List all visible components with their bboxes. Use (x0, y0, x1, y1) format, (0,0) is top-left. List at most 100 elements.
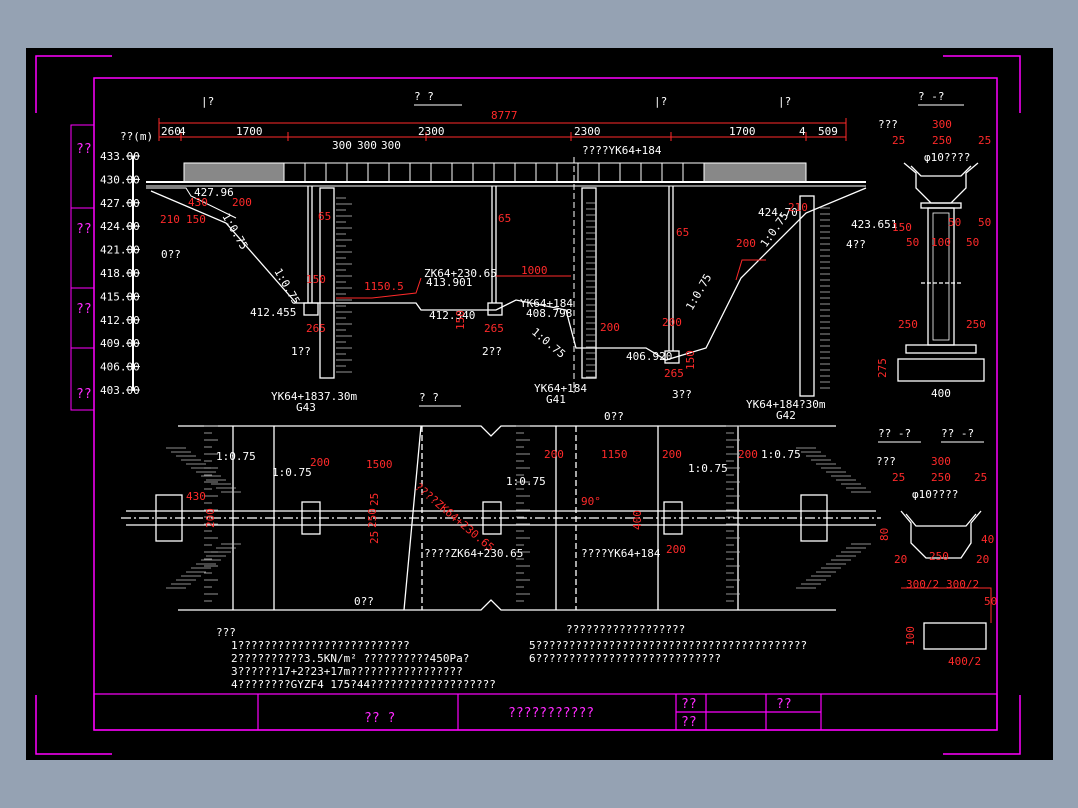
top-dim-2: 4 (179, 125, 186, 138)
plan-dim-7: 430 (186, 490, 206, 503)
scale-value: 418.00 (100, 267, 140, 280)
mark-1: |? (201, 95, 214, 108)
sa-dim-13: 275 (876, 358, 889, 378)
plan-slope-1: 1:0.75 (216, 450, 256, 463)
sb-dim-14: 400/2 (948, 655, 981, 668)
note-1: 1?????????????????????????? (231, 639, 410, 652)
scale-value: 430.00 (100, 173, 140, 186)
red-dim-13: 265 (484, 322, 504, 335)
drawing-name: ??????????? (508, 706, 594, 721)
scale-value: 412.00 (100, 314, 140, 327)
plan-dim-8: 200 (204, 508, 217, 528)
side-label-2: ?? (76, 222, 92, 237)
top-dim-4: 2300 (418, 125, 445, 138)
red-dim-16: 200 (662, 316, 682, 329)
cad-drawing: ?? ?? ?? ?? ? ? ? ??????????? ?? ?? ?? ? … (35, 55, 1021, 755)
sa-dim-12: 250 (966, 318, 986, 331)
plan-dim-6: 200 (738, 448, 758, 461)
plan-label-2: ????YK64+184 (581, 547, 661, 560)
elevation-title: ? ? (414, 90, 434, 103)
red-dim-5: 65 (318, 210, 331, 223)
plan-dim-11: 25 (368, 531, 381, 544)
scale-value: 406.00 (100, 361, 140, 374)
plan-label-1: ????ZK64+230.65 (424, 547, 523, 560)
top-dim-8: 509 (818, 125, 838, 138)
mark-2: |? (654, 95, 667, 108)
section-a-shape (897, 162, 985, 382)
red-dim-14: 265 (664, 367, 684, 380)
scale-value: 433.00 (100, 150, 140, 163)
abutment-0: 0?? (161, 248, 181, 261)
red-dim-19: 210 (788, 201, 808, 214)
total-dim: 8777 (491, 109, 518, 122)
red-dim-11: 1000 (521, 264, 548, 277)
red-dim-2: 210 (160, 213, 180, 226)
plan-dim-9: 250 (366, 508, 379, 528)
plan-dim-12: 400 (631, 510, 644, 530)
red-dim-17: 150 (684, 350, 697, 370)
sa-dim-8: 100 (931, 236, 951, 249)
plan-slope-4: 1:0.75 (688, 462, 728, 475)
sa-dim-14: 400 (931, 387, 951, 400)
tb-cell-1: ?? (681, 697, 697, 712)
red-dim-15: 200 (600, 321, 620, 334)
scale-value: 427.00 (100, 197, 140, 210)
elev-label-7: 423.651 (851, 218, 897, 231)
sb-dim-4: 25 (974, 471, 987, 484)
sb-dim-11: 300/2 (946, 578, 979, 591)
side-label-3: ?? (76, 302, 92, 317)
frame-corners (35, 55, 1021, 755)
elev-label-5: 406.920 (626, 350, 672, 363)
note-3: 3??????17+2?23+17m????????????????? (231, 665, 463, 678)
scale-value: 415.00 (100, 290, 140, 303)
sa-note: φ10???? (924, 151, 970, 164)
sb-dim-9: 20 (976, 553, 989, 566)
zk-label: ZK64+230.65 (424, 267, 497, 280)
red-dim-12: 265 (306, 322, 326, 335)
embankment-hatch (336, 197, 830, 389)
note-6: 6???????????????????????????? (529, 652, 721, 665)
red-dim-8: 200 (736, 237, 756, 250)
sb-dim-2: 250 (931, 471, 951, 484)
top-dim-7: 4 (799, 125, 806, 138)
section-a-tag: ??? (878, 118, 898, 131)
section-b-title2: ?? -? (941, 427, 974, 440)
sa-dim-7: 50 (966, 236, 979, 249)
sa-dim-4: 25 (978, 134, 991, 147)
left-code: G43 (296, 401, 316, 414)
designer-label: ?? ? (364, 711, 395, 726)
notes-right-heading: ?????????????????? (566, 623, 685, 636)
slope-4: 1:0.75 (529, 325, 568, 361)
red-dim-1: 430 (188, 196, 208, 209)
plan-dim-10: 25 (368, 493, 381, 506)
plan-dim-14: 90° (581, 495, 601, 508)
sa-dim-5: 150 (892, 221, 912, 234)
slope-2: 1:0.75 (683, 272, 714, 313)
sa-dim-11: 250 (898, 318, 918, 331)
note-4: 4????????GYZF4 175?44??????????????????? (231, 678, 496, 691)
tb-cell-2: ?? (681, 715, 697, 730)
sa-dim-3: 25 (892, 134, 905, 147)
plan-dim-4: 200 (544, 448, 564, 461)
sa-dim-6: 50 (906, 236, 919, 249)
scale-value: 403.00 (100, 384, 140, 397)
plan-label-3: 0?? (354, 595, 374, 608)
sa-dim-10: 50 (948, 216, 961, 229)
sub-dim-2: 300 (357, 139, 377, 152)
sb-dim-7: 20 (894, 553, 907, 566)
pier-1: 1?? (291, 345, 311, 358)
pier-3: 3?? (672, 388, 692, 401)
tb-cell-3: ?? (776, 697, 792, 712)
mark-3: |? (778, 95, 791, 108)
scale-value: 421.00 (100, 244, 140, 257)
sb-dim-13: 100 (904, 626, 917, 646)
slope-1: 1:0.75 (271, 266, 302, 307)
plan-title: ? ? (419, 391, 439, 404)
plan-dim-3: 1150 (601, 448, 628, 461)
note-2: 2??????????3.5KN/m² ??????????450Pa? (231, 652, 469, 665)
side-label-1: ?? (76, 142, 92, 157)
sa-dim-1: 300 (932, 118, 952, 131)
right-code: G42 (776, 409, 796, 422)
top-dim-1: 260 (161, 125, 181, 138)
red-dim-18: 150 (454, 310, 467, 330)
